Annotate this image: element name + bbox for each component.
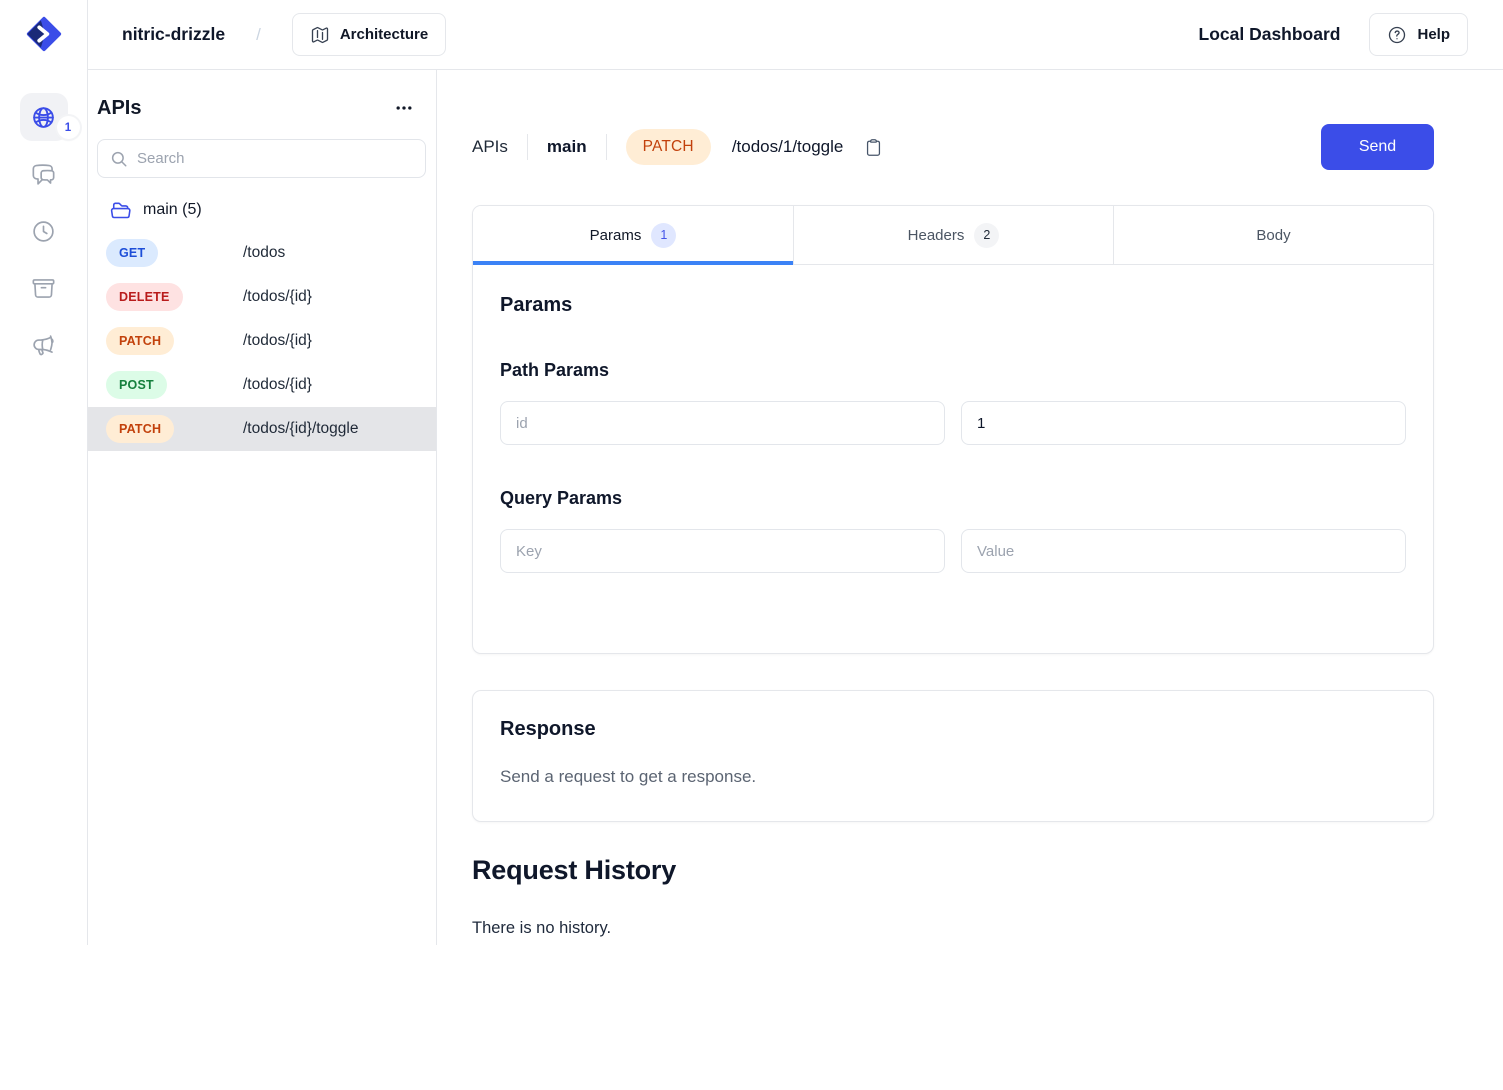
divider xyxy=(606,134,607,160)
tab-count-badge: 1 xyxy=(651,223,676,248)
left-icon-rail: 1 xyxy=(0,0,88,945)
endpoint-row[interactable]: PATCH /todos/{id}/toggle xyxy=(88,407,436,451)
path-params-title: Path Params xyxy=(500,360,1406,381)
breadcrumb-separator: / xyxy=(256,25,261,45)
rail-items: 1 xyxy=(20,93,68,369)
query-params-title: Query Params xyxy=(500,488,1406,509)
rail-item-topics[interactable] xyxy=(20,321,68,369)
tab-params[interactable]: Params 1 xyxy=(473,206,793,264)
question-mark-circle-icon xyxy=(1387,25,1407,45)
endpoint-path: /todos/{id} xyxy=(243,332,312,350)
tab-count-badge: 2 xyxy=(974,223,999,248)
apis-sidebar: APIs main xyxy=(88,70,437,945)
query-param-key-field[interactable] xyxy=(500,529,945,573)
archive-box-icon xyxy=(31,276,56,301)
method-badge: PATCH xyxy=(106,327,174,355)
request-bar: APIs main PATCH /todos/1/toggle Send xyxy=(472,124,1434,170)
endpoint-row[interactable]: GET /todos xyxy=(88,231,436,275)
tab-bar: Params 1 Headers 2 Body xyxy=(473,206,1433,265)
help-button-label: Help xyxy=(1417,26,1450,43)
globe-icon xyxy=(31,105,56,130)
endpoint-path: /todos/{id} xyxy=(243,288,312,306)
tab-headers[interactable]: Headers 2 xyxy=(793,206,1113,264)
request-method-badge: PATCH xyxy=(626,129,711,165)
tab-label: Headers xyxy=(908,227,965,244)
send-button[interactable]: Send xyxy=(1321,124,1434,170)
main-content: APIs main PATCH /todos/1/toggle Send xyxy=(437,70,1503,1090)
endpoint-list: GET /todos DELETE /todos/{id} PATCH /tod… xyxy=(88,231,436,451)
rail-item-apis[interactable]: 1 xyxy=(20,93,68,141)
divider xyxy=(527,134,528,160)
path-params-row xyxy=(500,401,1406,445)
query-param-value-field[interactable] xyxy=(961,529,1406,573)
response-card: Response Send a request to get a respons… xyxy=(472,690,1434,822)
architecture-button-label: Architecture xyxy=(340,26,428,43)
response-empty-message: Send a request to get a response. xyxy=(500,767,1406,787)
method-badge: PATCH xyxy=(106,415,174,443)
ellipsis-icon xyxy=(394,98,414,118)
clipboard-icon xyxy=(864,138,883,157)
rail-item-chat[interactable] xyxy=(20,150,68,198)
endpoint-row[interactable]: POST /todos/{id} xyxy=(88,363,436,407)
breadcrumb-apis: APIs xyxy=(472,137,508,157)
api-group-main[interactable]: main (5) xyxy=(88,191,436,229)
nitric-logo-icon xyxy=(25,15,63,53)
method-badge: GET xyxy=(106,239,158,267)
rail-item-storage[interactable] xyxy=(20,264,68,312)
params-panel-title: Params xyxy=(500,294,1406,317)
help-button[interactable]: Help xyxy=(1369,13,1468,56)
tab-label: Params xyxy=(590,227,642,244)
breadcrumb-group: main xyxy=(547,137,587,157)
sidebar-title: APIs xyxy=(97,97,141,120)
endpoint-path: /todos xyxy=(243,244,285,262)
project-name: nitric-drizzle xyxy=(122,24,225,45)
folder-open-icon xyxy=(110,200,131,221)
chat-bubbles-icon xyxy=(31,162,56,187)
endpoint-row[interactable]: PATCH /todos/{id} xyxy=(88,319,436,363)
endpoint-path: /todos/{id}/toggle xyxy=(243,420,359,438)
endpoint-path: /todos/{id} xyxy=(243,376,312,394)
path-param-value-field[interactable] xyxy=(961,401,1406,445)
request-options-card: Params 1 Headers 2 Body Params xyxy=(472,205,1434,654)
page-title: Local Dashboard xyxy=(1199,24,1341,45)
request-history-title: Request History xyxy=(472,855,1434,886)
tab-label: Body xyxy=(1256,227,1290,244)
rail-item-schedules[interactable] xyxy=(20,207,68,255)
tab-body[interactable]: Body xyxy=(1113,206,1433,264)
request-path: /todos/1/toggle xyxy=(732,137,844,157)
search-box xyxy=(97,139,426,178)
method-badge: DELETE xyxy=(106,283,183,311)
top-header: nitric-drizzle / Architecture Local Dash… xyxy=(88,0,1503,70)
architecture-button[interactable]: Architecture xyxy=(292,13,446,56)
history-empty-message: There is no history. xyxy=(472,919,1434,938)
search-icon xyxy=(110,150,128,168)
copy-path-button[interactable] xyxy=(862,136,885,159)
megaphone-icon xyxy=(31,333,56,358)
search-input[interactable] xyxy=(137,150,413,167)
query-params-row xyxy=(500,529,1406,573)
api-count-badge: 1 xyxy=(57,116,80,139)
method-badge: POST xyxy=(106,371,167,399)
map-icon xyxy=(310,25,330,45)
api-group-label: main (5) xyxy=(143,201,202,219)
sidebar-menu-button[interactable] xyxy=(390,94,418,122)
clock-icon xyxy=(31,219,56,244)
endpoint-row[interactable]: DELETE /todos/{id} xyxy=(88,275,436,319)
response-title: Response xyxy=(500,718,1406,741)
app-root: 1 xyxy=(0,0,1503,1090)
path-param-key-field[interactable] xyxy=(500,401,945,445)
